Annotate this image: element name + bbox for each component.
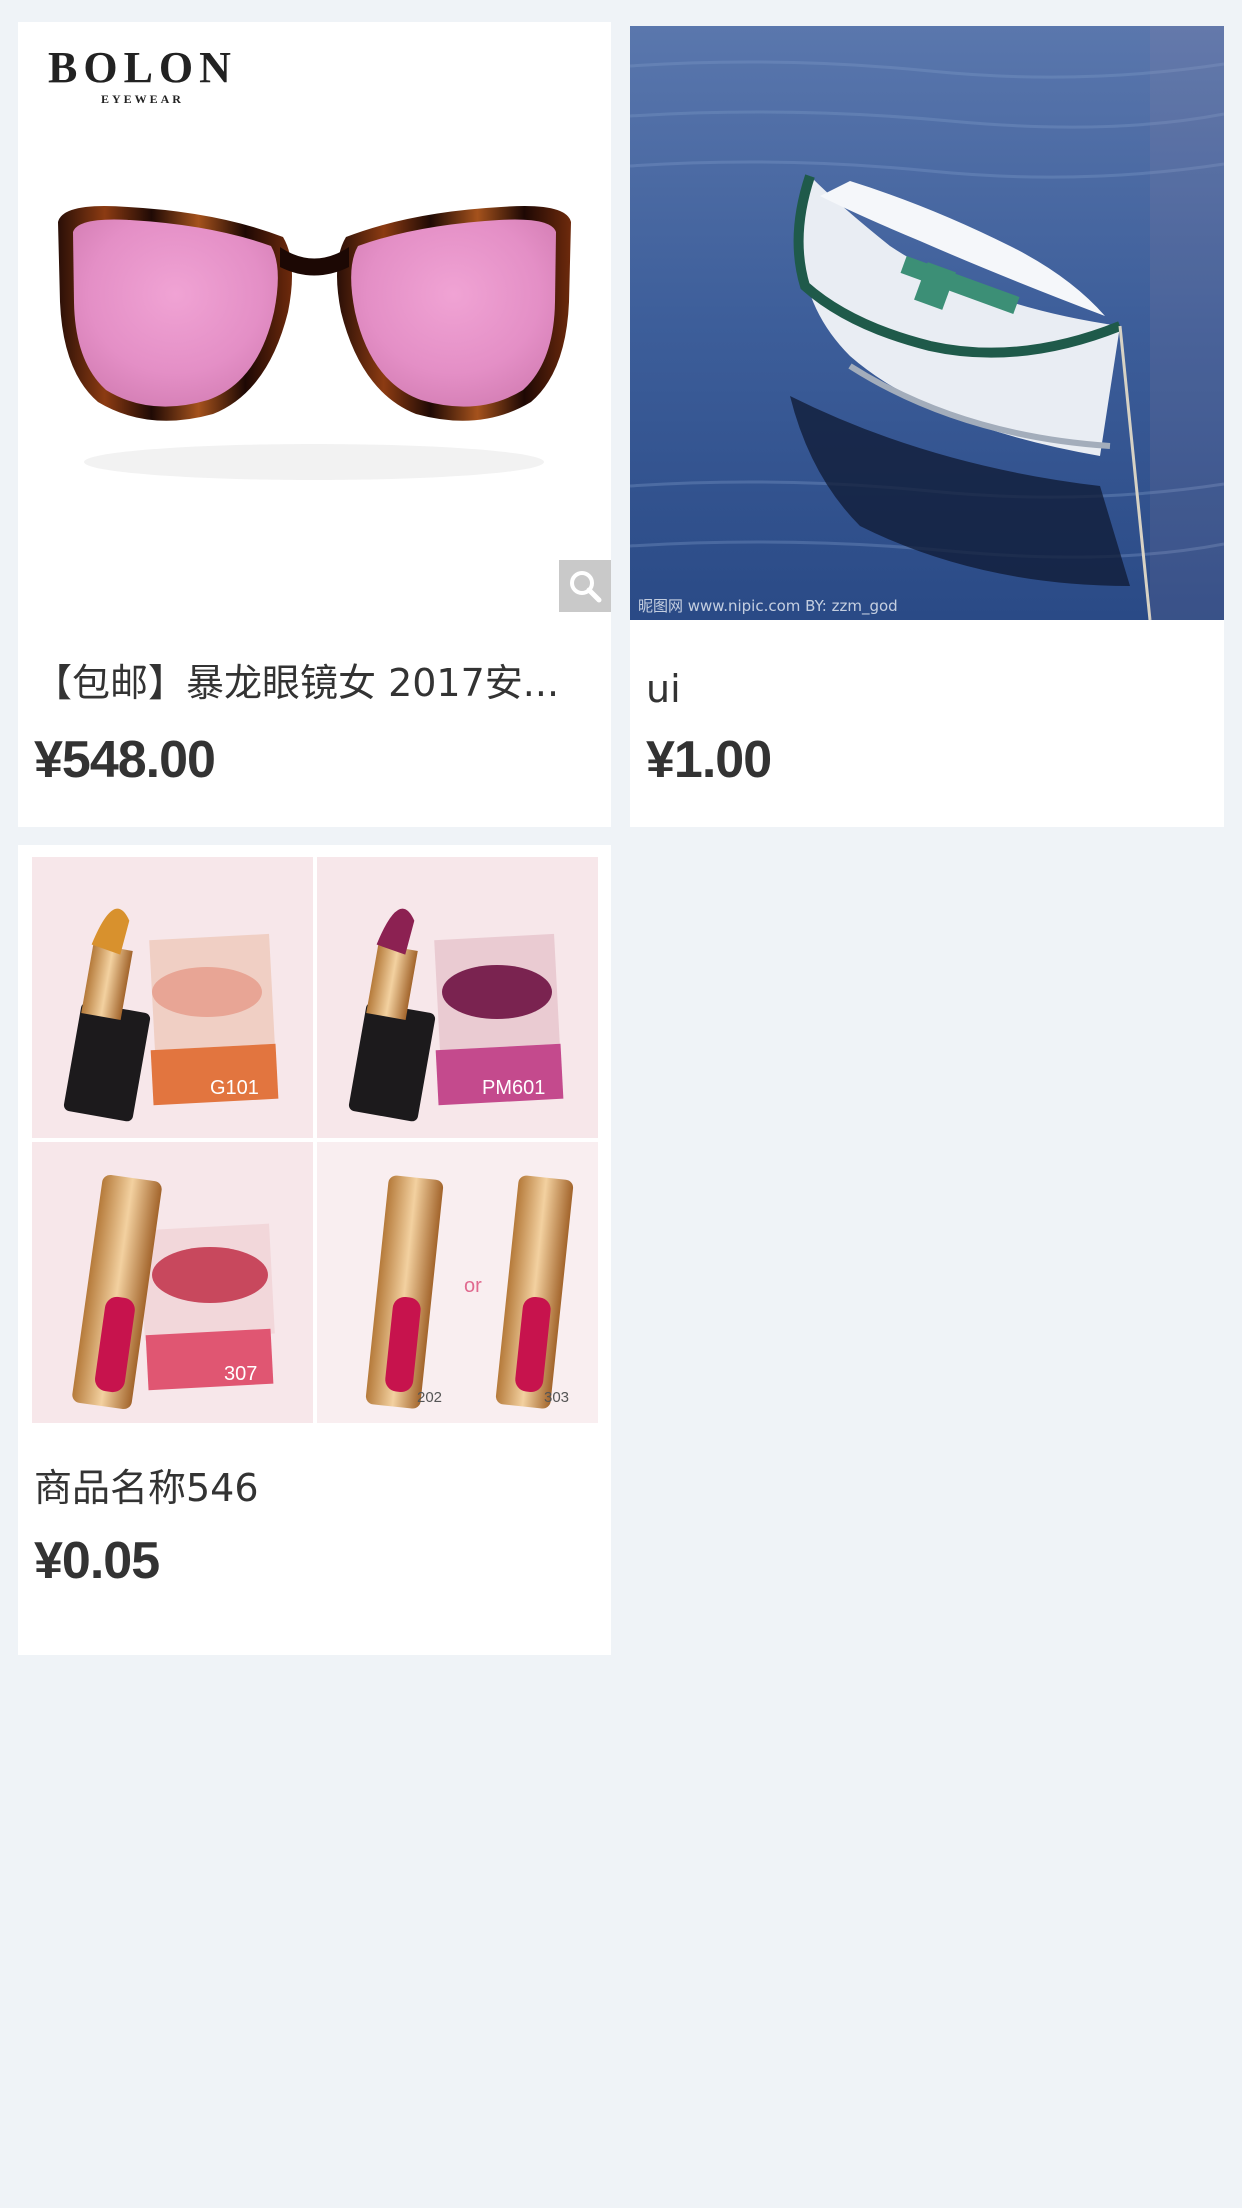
- shade-label: PM601: [482, 1077, 546, 1099]
- product-card[interactable]: G101 PM601 307 202 303 or 商品名称546 ¥0.05: [18, 845, 611, 1655]
- product-image[interactable]: BOLON EYEWEAR: [18, 22, 611, 612]
- product-card[interactable]: BOLON EYEWEAR 【包邮】暴龙眼镜女 2017安... ¥548.00: [18, 22, 611, 827]
- product-image[interactable]: 昵图网 www.nipic.com BY: zzm_god: [630, 26, 1224, 620]
- brand-logo: BOLON EYEWEAR: [48, 46, 237, 107]
- boat-image: [630, 26, 1224, 620]
- lipstick-image: [32, 857, 598, 1423]
- shade-label: G101: [210, 1077, 259, 1099]
- shade-label: 202: [417, 1389, 443, 1406]
- brand-name: BOLON: [48, 43, 237, 92]
- shade-label: 303: [544, 1389, 570, 1406]
- search-icon: [570, 571, 602, 603]
- or-label: or: [464, 1275, 482, 1297]
- product-title[interactable]: 【包邮】暴龙眼镜女 2017安...: [34, 660, 594, 706]
- brand-subtitle: EYEWEAR: [100, 92, 184, 106]
- sunglasses-image: [18, 22, 611, 612]
- image-watermark: 昵图网 www.nipic.com BY: zzm_god: [638, 597, 898, 615]
- product-price: ¥548.00: [34, 731, 216, 789]
- product-price: ¥1.00: [646, 731, 772, 789]
- product-title[interactable]: ui: [646, 666, 1206, 712]
- product-title[interactable]: 商品名称546: [34, 1465, 594, 1511]
- product-card[interactable]: 昵图网 www.nipic.com BY: zzm_god ui ¥1.00: [630, 26, 1224, 827]
- product-image[interactable]: G101 PM601 307 202 303 or: [32, 857, 598, 1423]
- zoom-button[interactable]: [559, 560, 611, 612]
- product-price: ¥0.05: [34, 1532, 160, 1590]
- shade-label: 307: [224, 1363, 258, 1385]
